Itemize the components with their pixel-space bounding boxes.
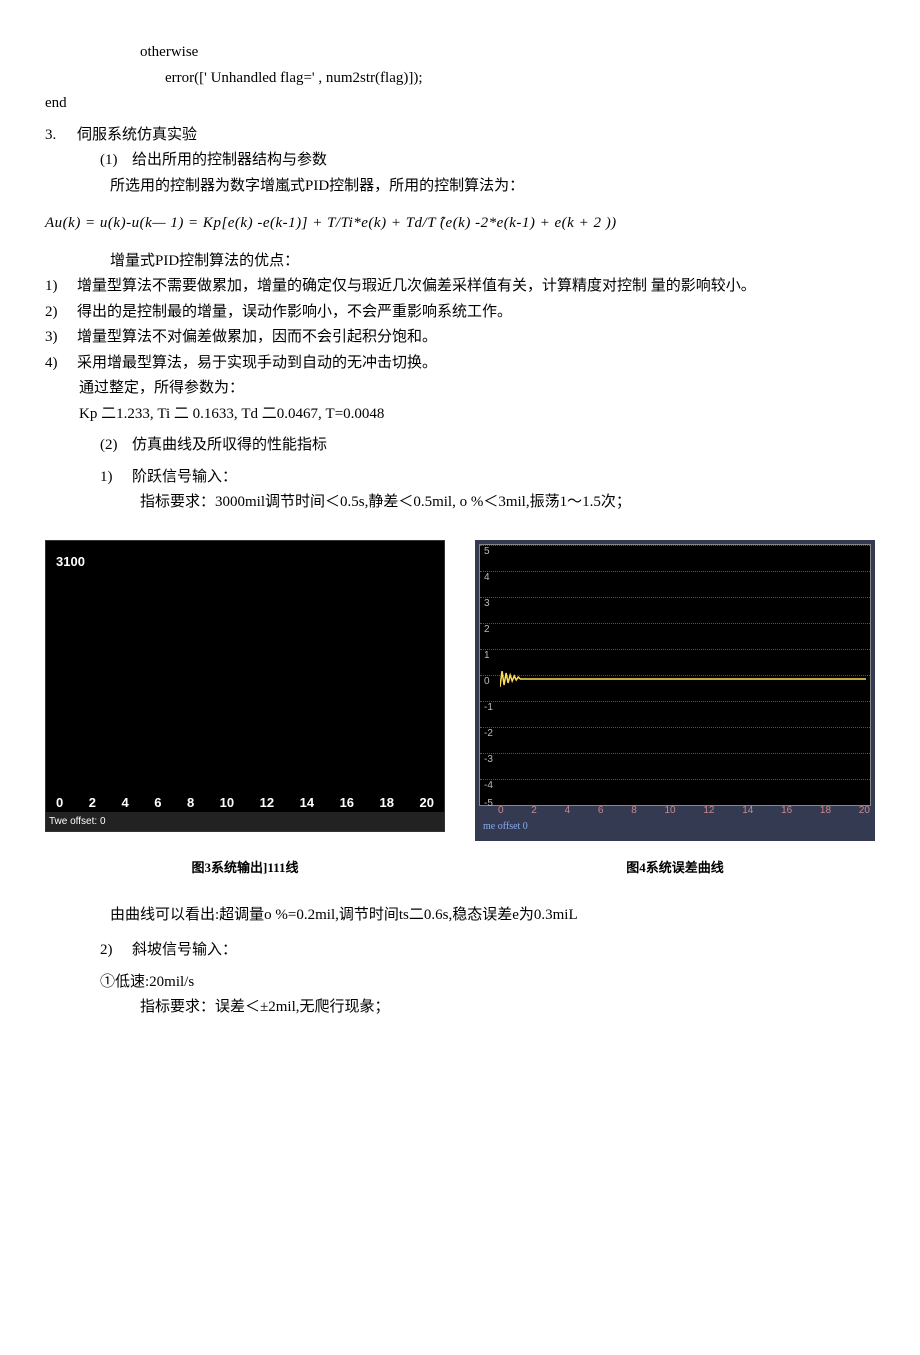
- subsection-1-title: 给出所用的控制器结构与参数: [132, 148, 327, 174]
- params: Kp 二1.233, Ti 二 0.1633, Td 二0.0467, T=0.…: [79, 402, 875, 428]
- fig4-xt: 16: [781, 802, 792, 819]
- adv-1-num: 1): [45, 274, 77, 300]
- adv-1: 增量型算法不需要做累加，增量的确定仅与瑕近几次偏差采样值有关，计算精度对控制 量…: [77, 274, 756, 300]
- fig4-yt: -5: [484, 795, 493, 812]
- adv-4-num: 4): [45, 351, 77, 377]
- fig4-xaxis: 0 2 4 6 8 10 12 14 16 18 20: [498, 802, 870, 819]
- step-title: 阶跃信号输入：: [132, 465, 237, 491]
- adv-4: 采用增最型算法，易于实现手动到自动的无冲击切换。: [77, 351, 437, 377]
- fig3-ylabel: 3100: [56, 551, 85, 573]
- ramp-title: 斜坡信号输入：: [132, 938, 237, 964]
- step-req: 指标要求：3000mil调节时间＜0.5s,静差＜0.5mil, o %＜3mi…: [140, 490, 875, 516]
- ramp-num: 2): [100, 938, 132, 964]
- code-otherwise: otherwise: [140, 40, 875, 66]
- fig4-xt: 8: [631, 802, 637, 819]
- fig4-xt: 14: [742, 802, 753, 819]
- code-error: error([' Unhandled flag=' , num2str(flag…: [165, 66, 875, 92]
- error-trace: [500, 671, 866, 687]
- adv-3-num: 3): [45, 325, 77, 351]
- code-end: end: [45, 91, 875, 117]
- fig4-xt: 18: [820, 802, 831, 819]
- pid-desc: 所选用的控制器为数字增嵐式PID控制器，所用的控制算法为：: [110, 174, 875, 200]
- subsection-2-num: (2): [100, 433, 132, 459]
- fig4-xt: 20: [859, 802, 870, 819]
- adv-2: 得出的是控制最的增量，误动作影响小，不会严重影响系统工作。: [77, 300, 512, 326]
- fig3-footer: Twe offset: 0: [46, 812, 444, 831]
- subsection-1-num: (1): [100, 148, 132, 174]
- fig3-caption: 图3系统输出]111线: [45, 857, 445, 879]
- fig4-xt: 4: [565, 802, 571, 819]
- figure-4: 5 4 3 2 1 0 -1 -2 -3 -4 -5: [475, 540, 875, 841]
- section-3-num: 3.: [45, 123, 77, 149]
- ramp-low: ①低速:20mil/s: [100, 970, 875, 996]
- fig4-xt: 0: [498, 802, 504, 819]
- conclusion: 由曲线可以看出:超调量o %=0.2mil,调节时间ts二0.6s,稳态误差e为…: [110, 903, 875, 929]
- pid-formula: Au(k) = u(k)-u(k— 1) = Kp[e(k) -e(k-1)] …: [45, 211, 875, 237]
- fig4-xt: 12: [703, 802, 714, 819]
- adv-3: 增量型算法不对偏差做累加，因而不会引起积分饱和。: [77, 325, 437, 351]
- adv-2-num: 2): [45, 300, 77, 326]
- section-3-title: 伺服系统仿真实验: [77, 123, 197, 149]
- subsection-2-title: 仿真曲线及所収得的性能指标: [132, 433, 327, 459]
- fig4-xt: 2: [531, 802, 537, 819]
- ramp-req: 指标要求：误差＜±2mil,无爬行现彖；: [140, 995, 875, 1021]
- fig4-xt: 10: [664, 802, 675, 819]
- tune-text: 通过整定，所得参数为：: [79, 376, 875, 402]
- step-num: 1): [100, 465, 132, 491]
- fig4-caption: 图4系统误差曲线: [475, 857, 875, 879]
- adv-title: 增量式PID控制算法的优点：: [110, 249, 875, 275]
- fig4-xt: 6: [598, 802, 604, 819]
- figure-3: 3100 0 2 4 6 8 10 12 14 16 18 20 Twe off…: [45, 540, 445, 841]
